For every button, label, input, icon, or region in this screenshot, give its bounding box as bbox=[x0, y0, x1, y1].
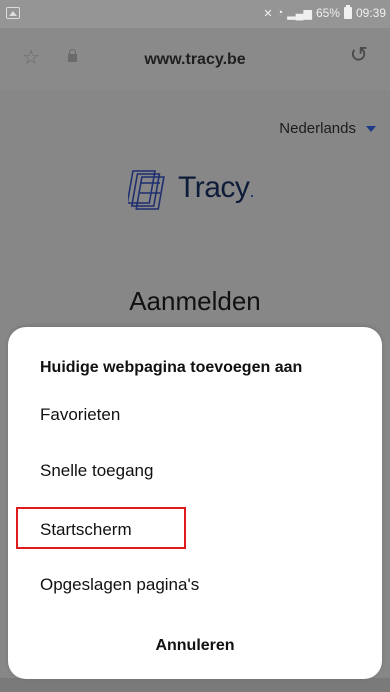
mute-icon: ✕ bbox=[263, 7, 273, 20]
tracy-logo: Tracy. bbox=[128, 165, 268, 215]
sheet-title: Huidige webpagina toevoegen aan bbox=[40, 359, 303, 376]
browser-toolbar: ☆ www.tracy.be ↺ bbox=[0, 28, 390, 90]
gallery-icon bbox=[6, 7, 20, 19]
page-title: Aanmelden bbox=[129, 286, 261, 316]
option-startscherm[interactable]: Startscherm bbox=[40, 520, 132, 540]
option-favorieten[interactable]: Favorieten bbox=[40, 405, 120, 425]
language-selector[interactable]: Nederlands bbox=[279, 120, 376, 137]
battery-level: 65% bbox=[315, 6, 340, 20]
wifi-icon: ◔ bbox=[276, 7, 284, 19]
option-snelle-toegang[interactable]: Snelle toegang bbox=[40, 461, 153, 481]
status-indicators: ✕ ◔ ▂▄▆ 65% 09:39 bbox=[263, 5, 386, 20]
cancel-button[interactable]: Annuleren bbox=[8, 637, 382, 655]
clock: 09:39 bbox=[355, 6, 386, 20]
option-opgeslagen-paginas[interactable]: Opgeslagen pagina's bbox=[40, 575, 199, 595]
language-label: Nederlands bbox=[279, 120, 356, 137]
add-page-sheet: Huidige webpagina toevoegen aan Favoriet… bbox=[8, 327, 382, 679]
battery-icon bbox=[343, 5, 352, 19]
status-bar: ✕ ◔ ▂▄▆ 65% 09:39 bbox=[0, 0, 390, 28]
logo-text: Tracy. bbox=[178, 171, 254, 204]
logo-mark-icon bbox=[128, 170, 165, 210]
signal-icon: ▂▄▆ bbox=[287, 7, 312, 20]
address-bar[interactable]: www.tracy.be bbox=[0, 51, 390, 69]
caret-down-icon bbox=[366, 125, 376, 132]
bottom-toolbar bbox=[0, 678, 390, 692]
reload-icon[interactable]: ↺ bbox=[350, 44, 368, 66]
